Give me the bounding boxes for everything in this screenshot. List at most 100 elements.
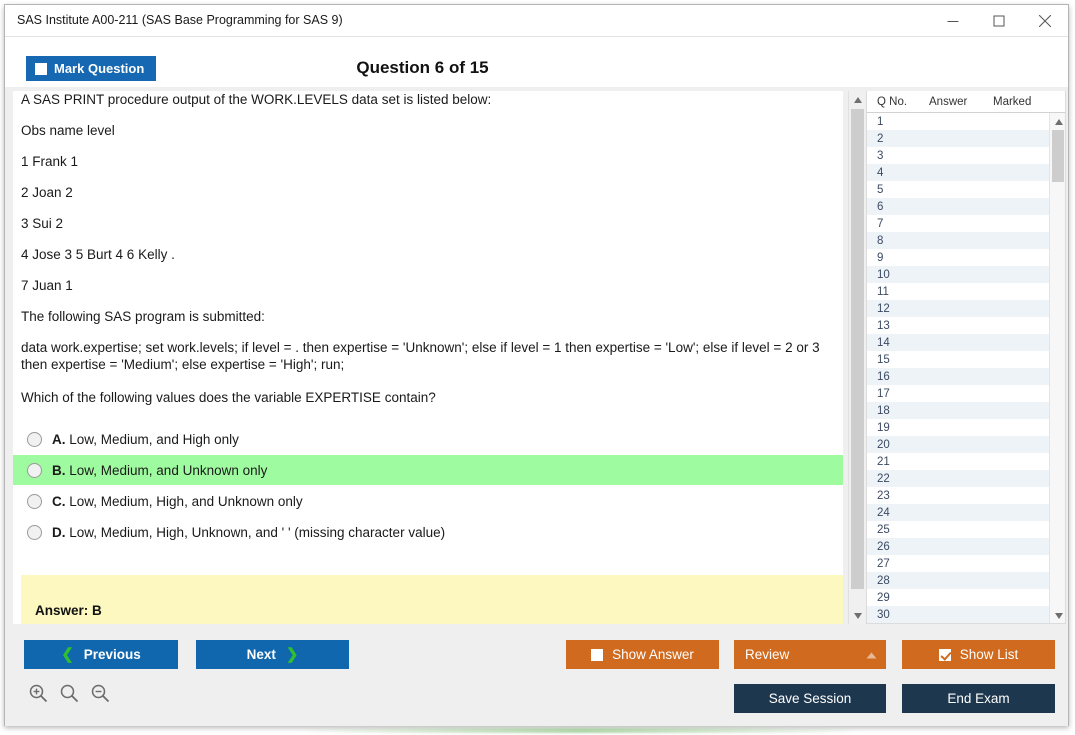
question-list-row[interactable]: 3	[867, 147, 1050, 164]
question-line: Obs name level	[21, 123, 115, 138]
zoom-reset-icon[interactable]	[60, 684, 79, 708]
radio-button-icon[interactable]	[27, 431, 42, 447]
list-scrollbar-thumb[interactable]	[1052, 130, 1064, 182]
answer-option-text: B. Low, Medium, and Unknown only	[52, 463, 267, 478]
radio-button-icon[interactable]	[27, 462, 42, 478]
answer-option-body: Low, Medium, and Unknown only	[69, 462, 268, 478]
answer-option-body: Low, Medium, and High only	[69, 431, 239, 447]
question-list-row[interactable]: 25	[867, 521, 1050, 538]
question-list-qno-cell: 16	[877, 370, 890, 383]
question-list-row[interactable]: 16	[867, 368, 1050, 385]
question-list-qno-cell: 20	[877, 438, 890, 451]
question-panel-scrollbar[interactable]	[848, 91, 865, 624]
list-scroll-down-arrow-icon[interactable]	[1050, 607, 1065, 623]
answer-option-text: D. Low, Medium, High, Unknown, and ' ' (…	[52, 525, 445, 540]
question-counter: Question 6 of 15	[356, 58, 489, 77]
question-list-panel: Q No. Answer Marked 1 2 3 4 5 6 7 8 9 10 11 12 13 14 1…	[866, 91, 1066, 624]
show-list-label: Show List	[959, 647, 1019, 662]
zoom-in-icon[interactable]	[29, 684, 48, 708]
question-list-row[interactable]: 13	[867, 317, 1050, 334]
end-exam-button[interactable]: End Exam	[902, 684, 1055, 713]
title-bar: SAS Institute A00-211 (SAS Base Programm…	[5, 5, 1068, 37]
question-list-qno-cell: 14	[877, 336, 890, 349]
question-line: A SAS PRINT procedure output of the WORK…	[21, 92, 492, 107]
zoom-out-icon[interactable]	[91, 684, 110, 708]
question-list-row[interactable]: 7	[867, 215, 1050, 232]
question-list-row[interactable]: 19	[867, 419, 1050, 436]
question-list-row[interactable]: 12	[867, 300, 1050, 317]
question-list-row[interactable]: 23	[867, 487, 1050, 504]
question-list-qno-cell: 7	[877, 217, 884, 230]
radio-button-icon[interactable]	[27, 493, 42, 509]
question-list-row[interactable]: 5	[867, 181, 1050, 198]
show-list-checkbox-icon	[938, 648, 951, 661]
question-list-qno-cell: 19	[877, 421, 890, 434]
question-list-qno-cell: 23	[877, 489, 890, 502]
question-list-row[interactable]: 2	[867, 130, 1050, 147]
review-dropdown[interactable]: Review	[734, 640, 886, 669]
question-list-row[interactable]: 29	[867, 589, 1050, 606]
answer-option-text: A. Low, Medium, and High only	[52, 432, 239, 447]
save-session-button[interactable]: Save Session	[734, 684, 886, 713]
column-header-marked: Marked	[993, 95, 1032, 108]
question-list-qno-cell: 8	[877, 234, 884, 247]
question-list-row[interactable]: 20	[867, 436, 1050, 453]
scroll-down-arrow-icon[interactable]	[849, 607, 866, 624]
question-prompt: Which of the following values does the v…	[21, 390, 436, 405]
question-list-qno-cell: 1	[877, 115, 884, 128]
question-list-qno-cell: 13	[877, 319, 890, 332]
question-list-row[interactable]: 28	[867, 572, 1050, 589]
question-list-row[interactable]: 6	[867, 198, 1050, 215]
window-shadow	[300, 728, 860, 733]
question-list-row[interactable]: 11	[867, 283, 1050, 300]
next-button[interactable]: Next ❯	[196, 640, 349, 669]
question-list-qno-cell: 22	[877, 472, 890, 485]
review-label: Review	[745, 647, 790, 662]
question-list-row[interactable]: 27	[867, 555, 1050, 572]
question-list-header: Q No. Answer Marked	[867, 91, 1065, 113]
question-list-rows: 1 2 3 4 5 6 7 8 9 10 11 12 13 14 15 16 17 18 19 20 21 22 23 24 2…	[867, 113, 1050, 623]
previous-button[interactable]: ❮ Previous	[24, 640, 178, 669]
answer-option-d[interactable]: D. Low, Medium, High, Unknown, and ' ' (…	[13, 517, 843, 547]
scrollbar-thumb[interactable]	[851, 109, 864, 589]
question-list-row[interactable]: 9	[867, 249, 1050, 266]
question-list-row[interactable]: 21	[867, 453, 1050, 470]
question-list-row[interactable]: 22	[867, 470, 1050, 487]
scroll-up-arrow-icon[interactable]	[849, 91, 866, 108]
show-answer-button[interactable]: Show Answer	[566, 640, 719, 669]
minimize-icon[interactable]	[930, 5, 976, 36]
question-list-row[interactable]: 24	[867, 504, 1050, 521]
question-list-row[interactable]: 17	[867, 385, 1050, 402]
maximize-icon[interactable]	[976, 5, 1022, 36]
question-line: 3 Sui 2	[21, 216, 64, 231]
question-list-scrollbar[interactable]	[1049, 113, 1065, 623]
answer-option-b[interactable]: B. Low, Medium, and Unknown only	[13, 455, 843, 485]
question-list-row[interactable]: 14	[867, 334, 1050, 351]
question-list-row[interactable]: 26	[867, 538, 1050, 555]
answer-option-c[interactable]: C. Low, Medium, High, and Unknown only	[13, 486, 843, 516]
next-label: Next	[246, 647, 276, 662]
question-list-qno-cell: 29	[877, 591, 890, 604]
question-list-row[interactable]: 8	[867, 232, 1050, 249]
chevron-right-icon: ❯	[285, 646, 299, 663]
chevron-up-icon	[866, 647, 877, 662]
show-answer-checkbox-icon	[591, 648, 604, 661]
question-list-qno-cell: 24	[877, 506, 890, 519]
question-list-row[interactable]: 18	[867, 402, 1050, 419]
question-list-qno-cell: 17	[877, 387, 890, 400]
question-list-row[interactable]: 30	[867, 606, 1050, 623]
question-list-row[interactable]: 4	[867, 164, 1050, 181]
answer-option-a[interactable]: A. Low, Medium, and High only	[13, 424, 843, 454]
close-icon[interactable]	[1022, 5, 1068, 36]
list-scroll-up-arrow-icon[interactable]	[1050, 113, 1065, 130]
exam-window: SAS Institute A00-211 (SAS Base Programm…	[4, 4, 1069, 726]
question-list-row[interactable]: 1	[867, 113, 1050, 130]
question-list-qno-cell: 27	[877, 557, 890, 570]
zoom-controls	[29, 684, 110, 708]
answer-options-list: A. Low, Medium, and High only B. Low, Med…	[13, 424, 843, 547]
show-list-button[interactable]: Show List	[902, 640, 1055, 669]
save-session-label: Save Session	[768, 691, 852, 706]
question-list-row[interactable]: 15	[867, 351, 1050, 368]
question-list-row[interactable]: 10	[867, 266, 1050, 283]
radio-button-icon[interactable]	[27, 524, 42, 540]
